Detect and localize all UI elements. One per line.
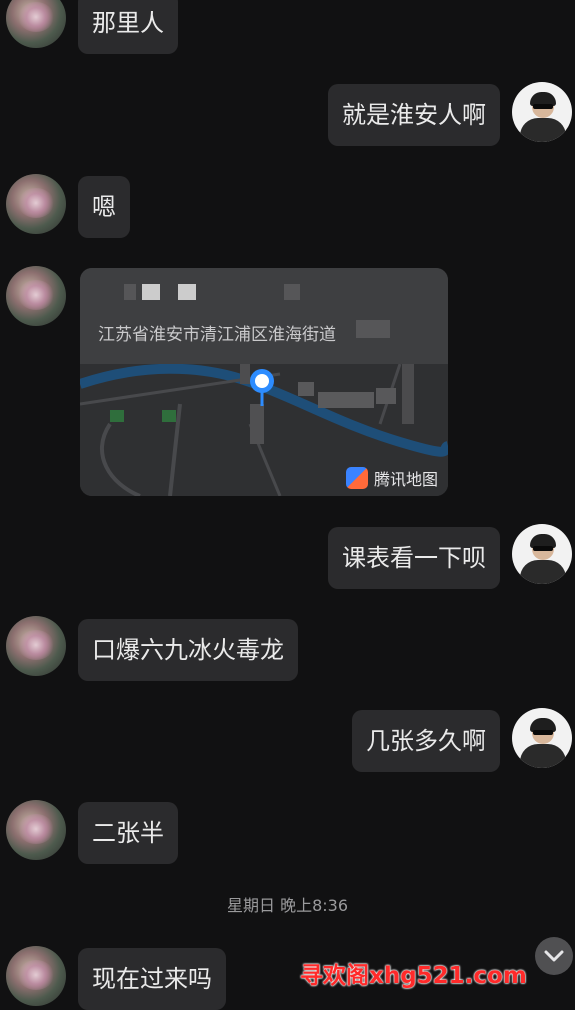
my-avatar[interactable] <box>512 82 572 142</box>
message-text: 口爆六九冰火毒龙 <box>92 636 284 664</box>
scroll-to-bottom-button[interactable] <box>535 937 573 975</box>
message-bubble-outgoing[interactable]: 几张多久啊 <box>352 710 500 772</box>
message-bubble-incoming[interactable]: 二张半 <box>78 802 178 864</box>
message-timestamp: 星期日 晚上8:36 <box>226 896 349 915</box>
message-text: 那里人 <box>92 9 164 37</box>
message-bubble-incoming[interactable]: 嗯 <box>78 176 130 238</box>
location-pin-icon <box>250 369 274 406</box>
message-bubble-incoming[interactable]: 那里人 <box>78 0 178 54</box>
message-bubble-incoming[interactable]: 现在过来吗 <box>78 948 226 1010</box>
message-bubble-incoming[interactable]: 口爆六九冰火毒龙 <box>78 619 298 681</box>
map-provider-name: 腾讯地图 <box>373 470 438 489</box>
location-card[interactable]: 江苏省淮安市清江浦区淮海街道 腾讯地图 <box>80 268 448 496</box>
contact-avatar[interactable] <box>6 266 66 326</box>
my-avatar[interactable] <box>512 524 572 584</box>
message-bubble-outgoing[interactable]: 课表看一下呗 <box>328 527 500 589</box>
location-header: 江苏省淮安市清江浦区淮海街道 <box>80 268 448 368</box>
my-avatar[interactable] <box>512 708 572 768</box>
message-text: 嗯 <box>92 193 116 221</box>
location-address: 江苏省淮安市清江浦区淮海街道 <box>98 325 336 345</box>
message-bubble-outgoing[interactable]: 就是淮安人啊 <box>328 84 500 146</box>
contact-avatar[interactable] <box>6 174 66 234</box>
message-text: 课表看一下呗 <box>342 544 486 572</box>
message-text: 现在过来吗 <box>92 965 212 993</box>
message-text: 几张多久啊 <box>366 727 486 755</box>
contact-avatar[interactable] <box>6 946 66 1006</box>
map-provider: 腾讯地图 <box>345 466 438 490</box>
map-preview: 腾讯地图 <box>80 363 448 496</box>
contact-avatar[interactable] <box>6 616 66 676</box>
contact-avatar[interactable] <box>6 0 66 48</box>
message-text: 就是淮安人啊 <box>342 101 486 129</box>
contact-avatar[interactable] <box>6 800 66 860</box>
message-text: 二张半 <box>92 819 164 847</box>
watermark: 寻欢阁xhg521.com <box>300 963 527 989</box>
chevron-down-icon <box>544 950 564 962</box>
chat-window: 那里人 就是淮安人啊 嗯 江苏省淮安市清江浦区淮海街道 腾讯地图 课表看一下呗 … <box>0 0 575 1010</box>
tencent-map-logo-icon <box>345 467 368 489</box>
